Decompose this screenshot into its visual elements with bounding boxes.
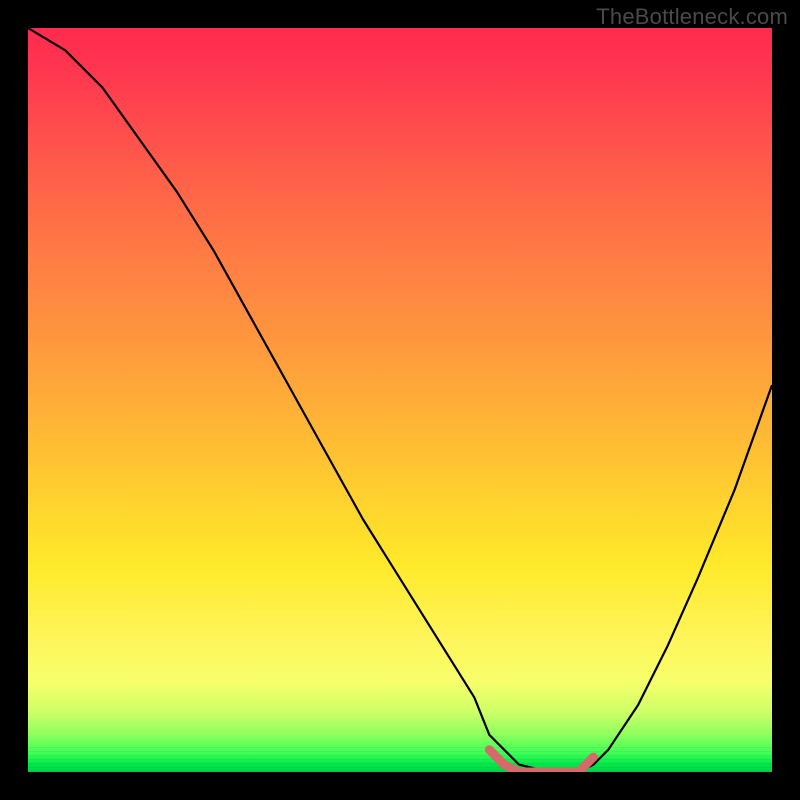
optimal-range-marker <box>489 750 593 772</box>
bottleneck-curve <box>28 28 772 772</box>
chart-svg <box>28 28 772 772</box>
chart-frame <box>28 28 772 772</box>
watermark-text: TheBottleneck.com <box>596 4 788 30</box>
